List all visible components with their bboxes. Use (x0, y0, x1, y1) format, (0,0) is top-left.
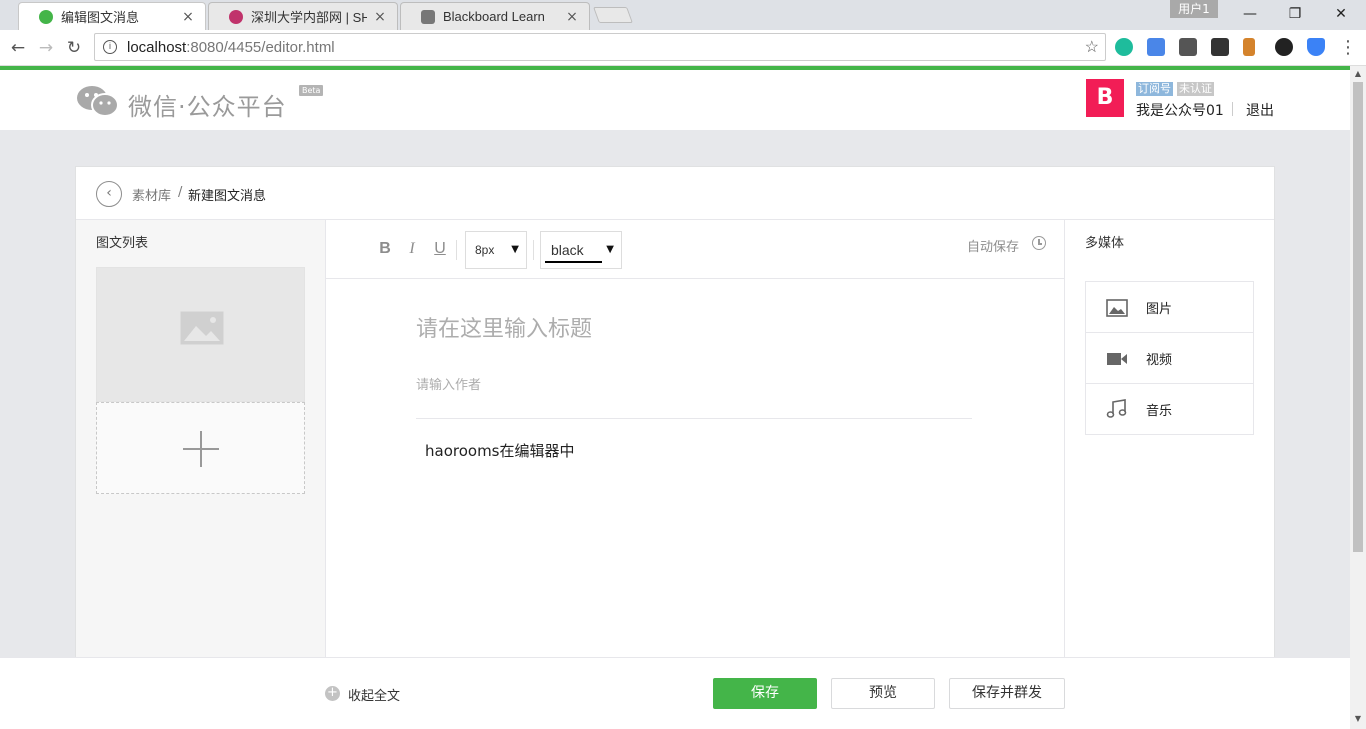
url-host: localhost (127, 38, 187, 56)
page-scrollbar[interactable]: ▲ ▼ (1350, 66, 1366, 729)
video-icon (1107, 353, 1127, 365)
editor-toolbar: B I U 8px ▼ black ▼ 自动保存 (326, 220, 1064, 279)
tab-close-icon[interactable]: × (373, 9, 387, 25)
tab-title: 编辑图文消息 (61, 10, 140, 25)
minimize-icon[interactable]: — (1240, 4, 1260, 24)
autosave-label[interactable]: 自动保存 (967, 236, 1019, 255)
wechat-favicon-icon (39, 9, 53, 24)
breadcrumb-separator: / (178, 185, 183, 200)
font-size-value: 8px (475, 243, 495, 257)
preview-button[interactable]: 预览 (831, 678, 935, 709)
back-circle-icon[interactable]: ‹ (96, 181, 122, 207)
author-input[interactable] (416, 374, 716, 396)
save-button[interactable]: 保存 (713, 678, 817, 709)
content-divider (416, 418, 972, 419)
music-icon (1106, 399, 1127, 418)
italic-button[interactable]: I (403, 240, 421, 260)
image-icon (1106, 299, 1128, 317)
new-tab-button[interactable] (593, 7, 633, 23)
forward-icon[interactable]: → (36, 38, 56, 58)
multimedia-list: 图片 视频 音乐 (1085, 281, 1254, 435)
shield-icon[interactable] (1307, 38, 1325, 56)
header-divider (1232, 102, 1233, 116)
article-list-panel: 图文列表 (76, 220, 326, 665)
breadcrumb-library-link[interactable]: 素材库 (132, 185, 171, 204)
profile-chip[interactable]: 用户1 (1170, 0, 1218, 18)
add-article-button[interactable] (96, 402, 305, 494)
tab-close-icon[interactable]: × (181, 9, 195, 25)
toolbar-divider (456, 240, 457, 260)
bookmark-star-icon[interactable]: ☆ (1085, 37, 1099, 57)
account-name[interactable]: 我是公众号01 (1136, 100, 1224, 120)
article-cover-thumbnail[interactable] (96, 267, 305, 402)
wechat-logo-icon (77, 86, 119, 117)
multimedia-panel: 多媒体 图片 视频 音乐 (1064, 220, 1274, 665)
collapse-all-link[interactable]: 收起全文 (348, 685, 400, 704)
media-label: 视频 (1146, 353, 1173, 368)
bold-button[interactable]: B (376, 240, 394, 260)
toolbar-divider (533, 240, 534, 260)
media-label: 图片 (1146, 302, 1173, 317)
logout-link[interactable]: 退出 (1246, 100, 1274, 120)
article-list-title: 图文列表 (96, 236, 149, 251)
m-icon[interactable] (1115, 38, 1133, 56)
multimedia-title: 多媒体 (1085, 236, 1125, 251)
close-window-icon[interactable]: ✕ (1331, 4, 1351, 24)
scrollbar-thumb[interactable] (1353, 82, 1363, 552)
translate-icon[interactable] (1147, 38, 1165, 56)
szu-favicon-icon (229, 9, 243, 24)
collapse-plus-icon[interactable]: + (325, 686, 340, 701)
scroll-up-icon[interactable]: ▲ (1353, 69, 1363, 79)
underline-button[interactable]: U (431, 240, 449, 260)
back-icon[interactable]: ← (8, 38, 28, 58)
restore-icon[interactable]: ❐ (1285, 4, 1305, 24)
tab-title: Blackboard Learn (443, 9, 545, 24)
caret-down-icon: ▼ (606, 244, 614, 255)
tag-icon[interactable] (1243, 38, 1255, 56)
image-placeholder-icon (180, 311, 224, 345)
clock-icon[interactable] (1032, 236, 1046, 250)
action-bar: + 收起全文 保存 预览 保存并群发 (0, 657, 1350, 729)
article-title-input[interactable] (416, 312, 972, 346)
color-wheel-icon[interactable] (1275, 38, 1293, 56)
blackboard-favicon-icon (421, 9, 435, 24)
media-label: 音乐 (1146, 404, 1173, 419)
site-header: 微信·公众平台 Beta B 订阅号 未认证 我是公众号01 退出 (0, 70, 1350, 130)
insert-music-button[interactable]: 音乐 (1086, 384, 1253, 435)
editor-panel: ‹ 素材库 / 新建图文消息 图文列表 B I U 8px ▼ black ▼ … (75, 166, 1275, 666)
account-type-badge: 订阅号 (1136, 82, 1173, 96)
scroll-down-icon[interactable]: ▼ (1353, 714, 1363, 724)
insert-image-button[interactable]: 图片 (1086, 282, 1253, 333)
film-icon[interactable] (1211, 38, 1229, 56)
browser-tab-bar: 编辑图文消息 × 深圳大学内部网 | SHENZ × Blackboard Le… (0, 0, 1366, 30)
reload-icon[interactable]: ↻ (64, 38, 84, 58)
color-swatch-bar (545, 261, 602, 263)
beta-badge: Beta (299, 85, 324, 96)
keep-icon[interactable] (1179, 38, 1197, 56)
insert-video-button[interactable]: 视频 (1086, 333, 1253, 384)
url-path: :8080/4455/editor.html (186, 38, 335, 56)
verification-status-badge: 未认证 (1177, 82, 1214, 96)
tab-blackboard[interactable]: Blackboard Learn × (400, 2, 590, 30)
info-icon[interactable]: i (103, 40, 117, 54)
editor-content[interactable]: haorooms在编辑器中 (425, 440, 575, 461)
breadcrumb-current: 新建图文消息 (188, 189, 267, 204)
editor-area: B I U 8px ▼ black ▼ 自动保存 haorooms在编辑器中 (326, 220, 1064, 665)
site-logo-text[interactable]: 微信·公众平台 (128, 87, 287, 122)
font-color-select[interactable]: black ▼ (540, 231, 622, 269)
tab-szu[interactable]: 深圳大学内部网 | SHENZ × (208, 2, 398, 30)
menu-icon[interactable]: ⋮ (1338, 38, 1358, 58)
tab-close-icon[interactable]: × (565, 9, 579, 25)
avatar[interactable]: B (1086, 79, 1124, 117)
save-and-publish-button[interactable]: 保存并群发 (949, 678, 1065, 709)
plus-icon-vertical (200, 431, 202, 467)
browser-toolbar: ← → ↻ i localhost:8080/4455/editor.html … (0, 30, 1366, 66)
breadcrumb: ‹ 素材库 / 新建图文消息 (76, 167, 1274, 220)
font-color-value: black (551, 242, 584, 258)
font-size-select[interactable]: 8px ▼ (465, 231, 527, 269)
tab-editor[interactable]: 编辑图文消息 × (18, 2, 206, 30)
address-bar[interactable]: i localhost:8080/4455/editor.html ☆ (94, 33, 1106, 61)
caret-down-icon: ▼ (511, 244, 519, 255)
tab-title: 深圳大学内部网 | SHENZ (251, 10, 367, 25)
